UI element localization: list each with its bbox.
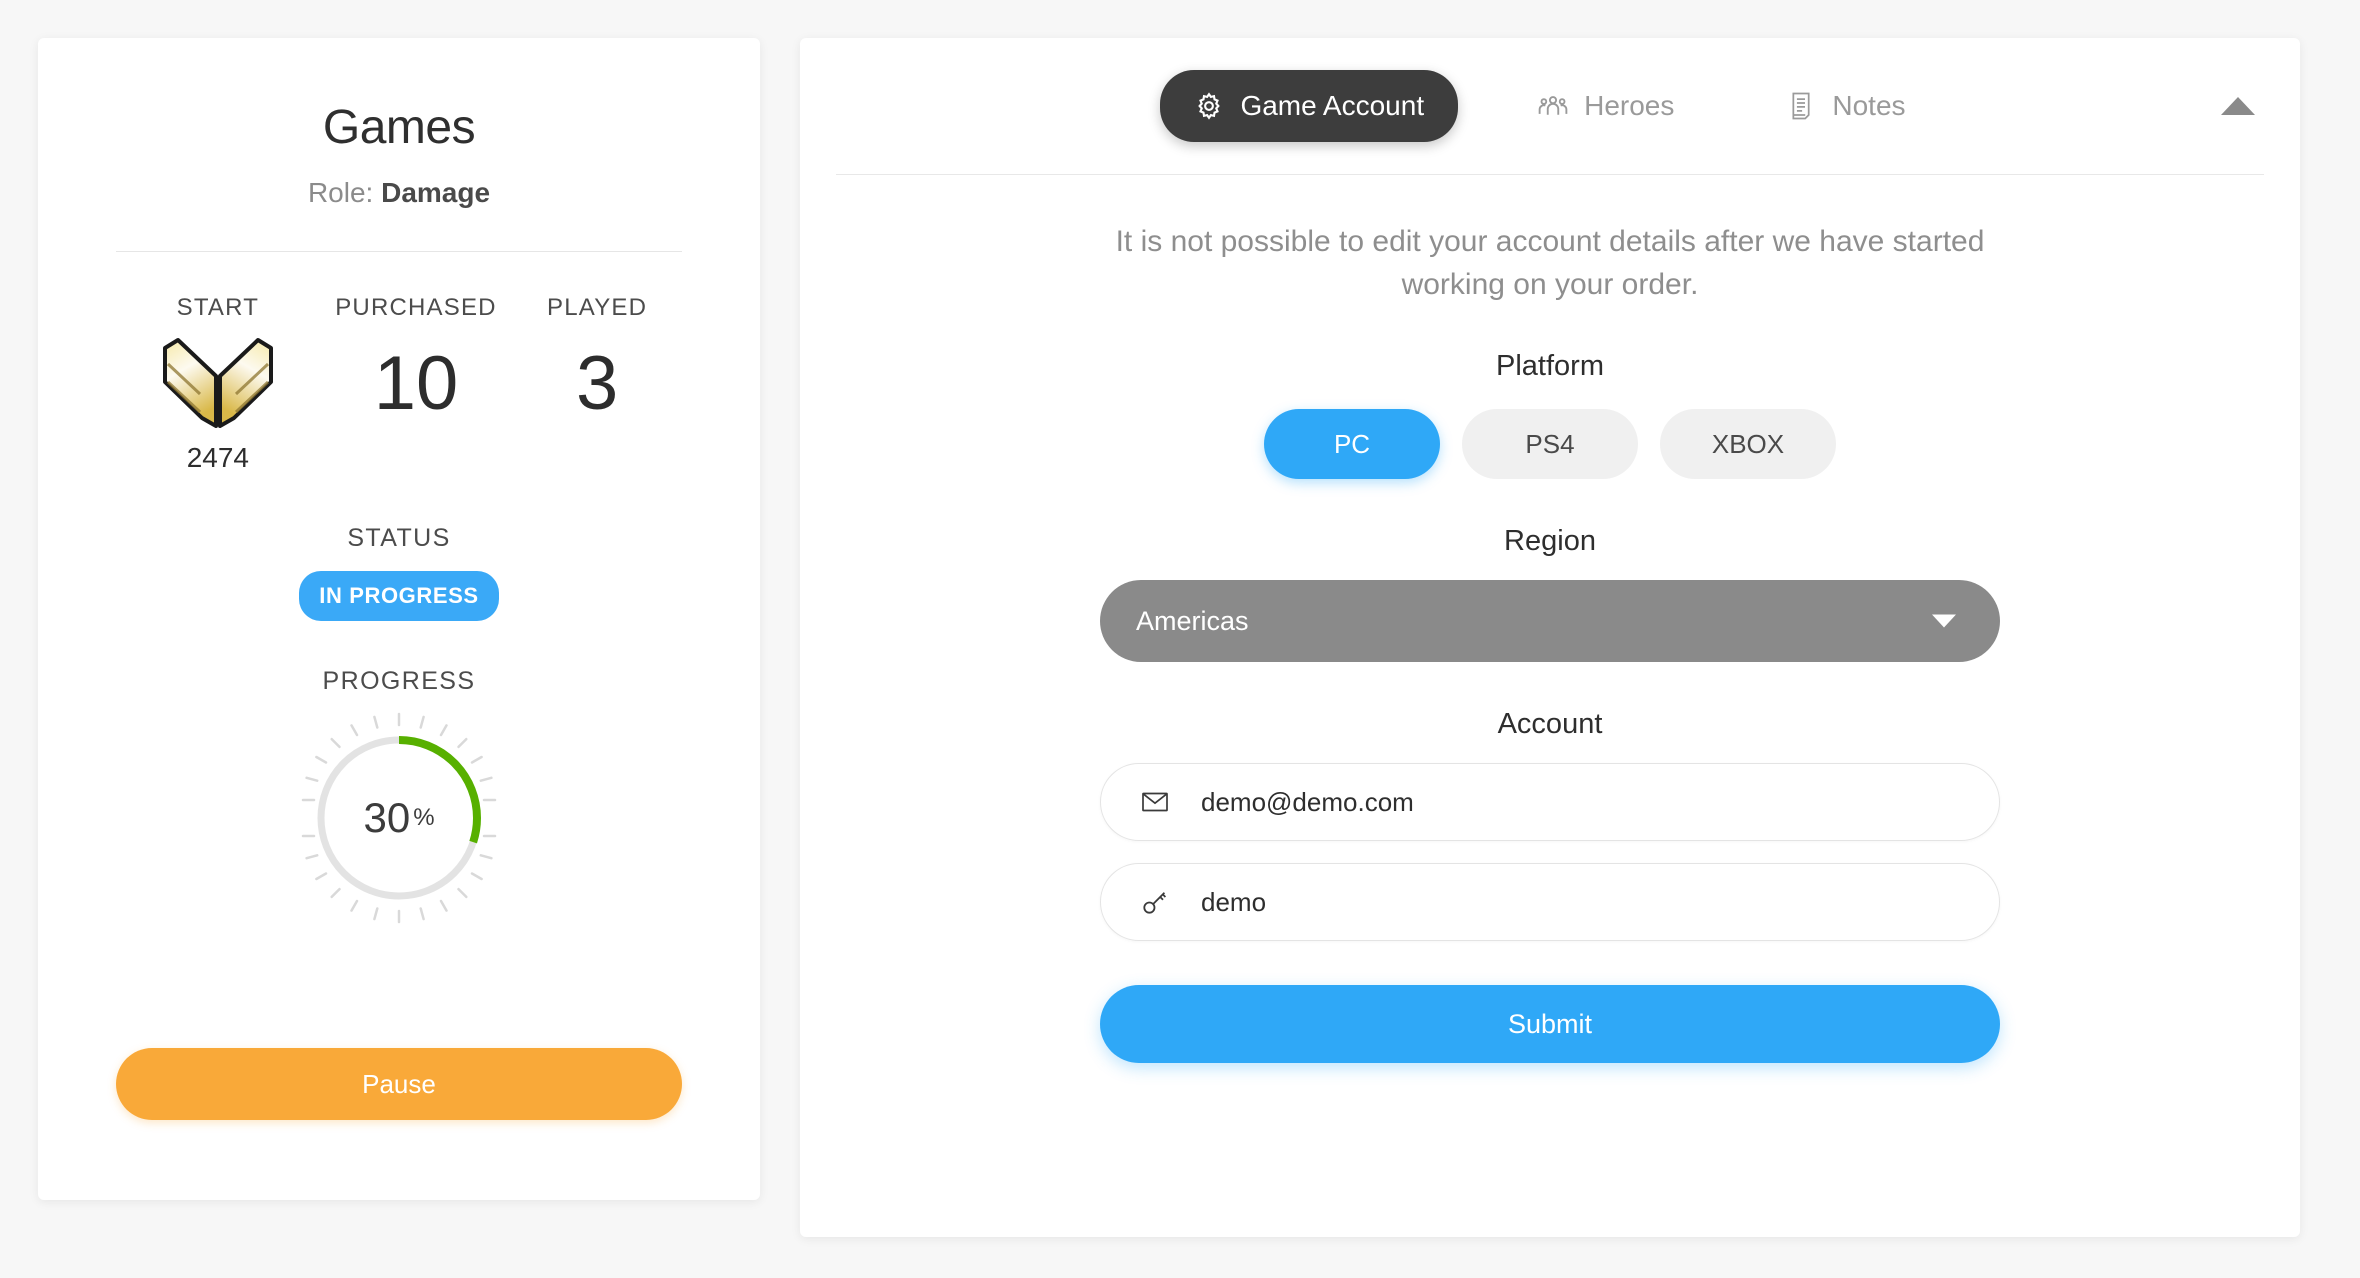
stat-played-value: 3 — [575, 341, 619, 426]
platform-label: Platform — [1496, 350, 1604, 383]
tab-game-account-label: Game Account — [1240, 90, 1425, 121]
stat-played-label: PLAYED — [547, 294, 648, 321]
progress-ring: 30 % — [291, 710, 507, 926]
status-badge[interactable]: IN PROGRESS — [299, 571, 499, 621]
app-root: Games Role: Damage START 2474 PURCHASED … — [0, 0, 2360, 1278]
stats-row: START 2474 PURCHASED 10 PLAYED 3 — [116, 294, 682, 474]
collapse-panel-button[interactable] — [2212, 86, 2264, 126]
stat-start: START 2474 — [116, 294, 320, 474]
status-label: STATUS — [347, 524, 451, 552]
page-title: Games — [322, 101, 476, 154]
stat-start-label: START — [176, 294, 260, 321]
region-selected-value: Americas — [1136, 605, 1249, 636]
platform-option-xbox[interactable]: XBOX — [1660, 409, 1836, 480]
header-divider — [116, 251, 682, 252]
role-line: Role: Damage — [116, 177, 682, 209]
rank-badge — [116, 334, 320, 432]
rank-chevron-icon — [162, 338, 273, 428]
rank-value: 2474 — [186, 442, 250, 473]
submit-button[interactable]: Submit — [1100, 985, 2000, 1064]
account-label: Account — [1497, 708, 1603, 741]
caret-up-icon — [2221, 97, 2255, 115]
tab-heroes[interactable]: Heroes — [1504, 70, 1708, 142]
key-icon — [1135, 888, 1175, 916]
order-summary-card: Games Role: Damage START 2474 PURCHASED … — [38, 38, 760, 1200]
stat-purchased-value: 10 — [373, 341, 459, 426]
platform-options: PC PS4 XBOX — [800, 409, 2300, 480]
tab-notes[interactable]: Notes — [1754, 70, 1939, 142]
progress-tick-marks — [301, 712, 497, 924]
account-edit-notice: It is not possible to edit your account … — [1115, 225, 1985, 301]
password-field-row[interactable] — [1100, 863, 2000, 942]
role-prefix: Role: — [307, 177, 374, 208]
email-input[interactable] — [1201, 786, 1965, 818]
caret-down-icon — [1932, 614, 1956, 628]
region-label: Region — [1504, 525, 1596, 558]
status-block: STATUS IN PROGRESS — [116, 524, 682, 621]
group-icon — [1538, 91, 1568, 121]
progress-ring-svg — [301, 712, 497, 924]
tab-notes-label: Notes — [1832, 90, 1906, 121]
progress-label: PROGRESS — [322, 667, 476, 695]
platform-option-pc[interactable]: PC — [1264, 409, 1440, 480]
notes-icon — [1788, 91, 1816, 121]
stat-played: PLAYED 3 — [512, 294, 682, 474]
tab-game-account[interactable]: Game Account — [1160, 70, 1459, 142]
stat-purchased: PURCHASED 10 — [320, 294, 512, 474]
platform-option-ps4[interactable]: PS4 — [1462, 409, 1638, 480]
progress-block: PROGRESS 30 % — [116, 667, 682, 926]
pause-button[interactable]: Pause — [116, 1048, 682, 1120]
password-input[interactable] — [1201, 886, 1965, 918]
game-account-form: It is not possible to edit your account … — [800, 175, 2300, 1064]
gear-icon — [1194, 91, 1224, 121]
tab-heroes-label: Heroes — [1584, 90, 1675, 121]
order-detail-panel: Game Account Heroes Notes It is not poss… — [800, 38, 2300, 1237]
region-select[interactable]: Americas — [1100, 580, 2000, 663]
role-value: Damage — [381, 177, 491, 208]
stat-purchased-label: PURCHASED — [335, 294, 497, 321]
envelope-icon — [1135, 790, 1175, 814]
tab-bar: Game Account Heroes Notes — [800, 38, 2300, 174]
email-field-row[interactable] — [1100, 763, 2000, 842]
